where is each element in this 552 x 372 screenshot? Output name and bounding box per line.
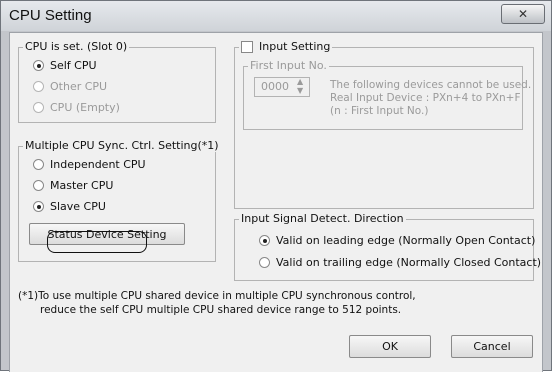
input-setting-checkbox[interactable]: Input Setting (239, 40, 333, 53)
first-input-spinner: 0000 ▲ ▼ (254, 77, 310, 97)
radio-trailing-edge[interactable]: Valid on trailing edge (Normally Closed … (259, 256, 541, 269)
input-note-line-3: (n : First Input No.) (330, 105, 429, 117)
radio-leading-edge-label: Valid on leading edge (Normally Open Con… (276, 234, 536, 247)
close-button[interactable]: ✕ (501, 4, 545, 24)
input-setting-check-box[interactable] (241, 40, 253, 53)
cancel-button[interactable]: Cancel (451, 335, 533, 358)
input-note-line-2: Real Input Device : PXn+4 to PXn+F (330, 92, 521, 104)
radio-cpu-empty-indicator (33, 102, 44, 113)
window-title: CPU Setting (9, 7, 92, 24)
sync-setting-legend: Multiple CPU Sync. Ctrl. Setting(*1) (23, 139, 221, 152)
radio-self-cpu-label: Self CPU (50, 59, 97, 72)
radio-independent-cpu-indicator[interactable] (33, 159, 44, 170)
ok-button[interactable]: OK (349, 335, 431, 358)
first-input-legend: First Input No. (248, 59, 329, 72)
input-setting-group: Input Setting First Input No. 0000 ▲ ▼ Th… (234, 40, 534, 209)
slave-cpu-highlight (47, 231, 147, 253)
spinner-arrows-icon: ▲ ▼ (297, 77, 304, 95)
radio-cpu-empty: CPU (Empty) (33, 101, 120, 114)
dialog-body: CPU is set. (Slot 0) Self CPU Other CPU … (9, 32, 543, 372)
radio-leading-edge-indicator[interactable] (259, 235, 270, 246)
radio-master-cpu[interactable]: Master CPU (33, 179, 113, 192)
radio-slave-cpu-label: Slave CPU (50, 200, 106, 213)
title-bar[interactable]: CPU Setting ✕ (1, 1, 551, 31)
radio-master-cpu-label: Master CPU (50, 179, 114, 192)
cpu-is-set-group: CPU is set. (Slot 0) Self CPU Other CPU … (18, 40, 216, 123)
first-input-value: 0000 (261, 80, 289, 93)
close-icon: ✕ (517, 7, 529, 21)
input-setting-label: Input Setting (259, 40, 331, 53)
radio-master-cpu-indicator[interactable] (33, 180, 44, 191)
input-note-line-1: The following devices cannot be used. (330, 79, 532, 91)
radio-independent-cpu-label: Independent CPU (50, 158, 146, 171)
detect-direction-legend: Input Signal Detect. Direction (239, 212, 406, 225)
radio-trailing-edge-label: Valid on trailing edge (Normally Closed … (276, 256, 542, 269)
first-input-group: First Input No. 0000 ▲ ▼ The following de… (243, 59, 531, 130)
cpu-setting-dialog: CPU Setting ✕ CPU is set. (Slot 0) Self … (0, 0, 552, 372)
radio-leading-edge[interactable]: Valid on leading edge (Normally Open Con… (259, 234, 535, 247)
footnote-line-2: reduce the self CPU multiple CPU shared … (40, 304, 402, 316)
radio-independent-cpu[interactable]: Independent CPU (33, 158, 146, 171)
radio-slave-cpu[interactable]: Slave CPU (33, 200, 106, 213)
radio-cpu-empty-label: CPU (Empty) (50, 101, 120, 114)
radio-self-cpu[interactable]: Self CPU (33, 59, 97, 72)
footnote-line-1: (*1)To use multiple CPU shared device in… (18, 290, 416, 302)
radio-other-cpu-label: Other CPU (50, 80, 108, 93)
detect-direction-group: Input Signal Detect. Direction Valid on … (234, 212, 541, 281)
radio-slave-cpu-indicator[interactable] (33, 201, 44, 212)
radio-self-cpu-indicator[interactable] (33, 60, 44, 71)
radio-other-cpu-indicator (33, 81, 44, 92)
radio-trailing-edge-indicator[interactable] (259, 257, 270, 268)
cpu-is-set-legend: CPU is set. (Slot 0) (23, 40, 130, 53)
radio-other-cpu: Other CPU (33, 80, 107, 93)
